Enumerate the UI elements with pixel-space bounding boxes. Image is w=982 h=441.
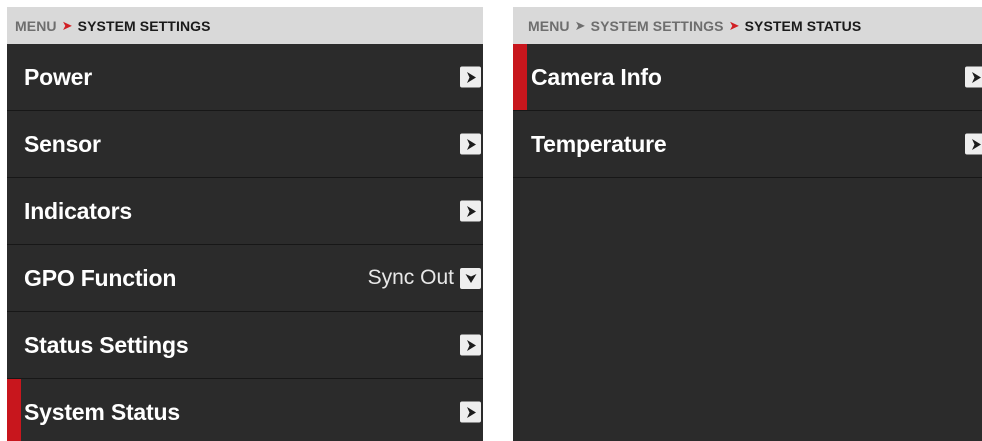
breadcrumb-item-menu[interactable]: MENU <box>15 18 57 34</box>
breadcrumb-item-system-settings: SYSTEM SETTINGS <box>77 17 211 34</box>
chevron-right-icon[interactable] <box>965 133 982 155</box>
chevron-right-icon[interactable] <box>460 401 481 423</box>
breadcrumb-separator-icon: ➤ <box>61 17 73 33</box>
chevron-right-icon[interactable] <box>460 66 481 88</box>
menu-list: Camera Info Temperature <box>513 44 982 178</box>
chevron-right-icon[interactable] <box>460 334 481 356</box>
breadcrumb-item-menu[interactable]: MENU <box>528 18 570 34</box>
system-status-panel: MENU ➤ SYSTEM SETTINGS ➤ SYSTEM STATUS C… <box>513 7 982 441</box>
menu-item-sensor[interactable]: Sensor <box>7 111 483 178</box>
menu-item-label: Power <box>24 63 93 90</box>
chevron-right-icon[interactable] <box>965 66 982 88</box>
breadcrumb-item-system-settings[interactable]: SYSTEM SETTINGS <box>591 18 724 34</box>
breadcrumb: MENU ➤ SYSTEM SETTINGS ➤ SYSTEM STATUS <box>513 7 982 44</box>
chevron-down-icon[interactable] <box>460 267 481 289</box>
menu-item-label: GPO Function <box>24 264 177 291</box>
menu-item-status-settings[interactable]: Status Settings <box>7 312 483 379</box>
menu-item-label: Camera Info <box>531 63 662 90</box>
menu-item-camera-info[interactable]: Camera Info <box>513 44 982 111</box>
menu-item-label: Sensor <box>24 130 101 157</box>
menu-item-label: Temperature <box>531 130 667 157</box>
breadcrumb-separator-icon: ➤ <box>728 17 740 33</box>
chevron-right-icon[interactable] <box>460 133 481 155</box>
breadcrumb-separator-icon: ➤ <box>574 17 586 33</box>
menu-item-indicators[interactable]: Indicators <box>7 178 483 245</box>
menu-item-label: Indicators <box>24 197 132 224</box>
gpo-function-value[interactable]: Sync Out <box>368 266 454 290</box>
menu-item-label: Status Settings <box>24 331 189 358</box>
breadcrumb-item-system-status: SYSTEM STATUS <box>744 17 862 34</box>
menu-item-system-status[interactable]: System Status <box>7 379 483 441</box>
menu-item-temperature[interactable]: Temperature <box>513 111 982 178</box>
breadcrumb: MENU ➤ SYSTEM SETTINGS <box>7 7 483 44</box>
menu-list: Power Sensor Indicators GPO Function Syn… <box>7 44 483 441</box>
menu-item-gpo-function[interactable]: GPO Function Sync Out <box>7 245 483 312</box>
chevron-right-icon[interactable] <box>460 200 481 222</box>
system-settings-panel: MENU ➤ SYSTEM SETTINGS Power Sensor Indi… <box>7 7 483 441</box>
menu-item-label: System Status <box>24 398 180 425</box>
menu-item-power[interactable]: Power <box>7 44 483 111</box>
